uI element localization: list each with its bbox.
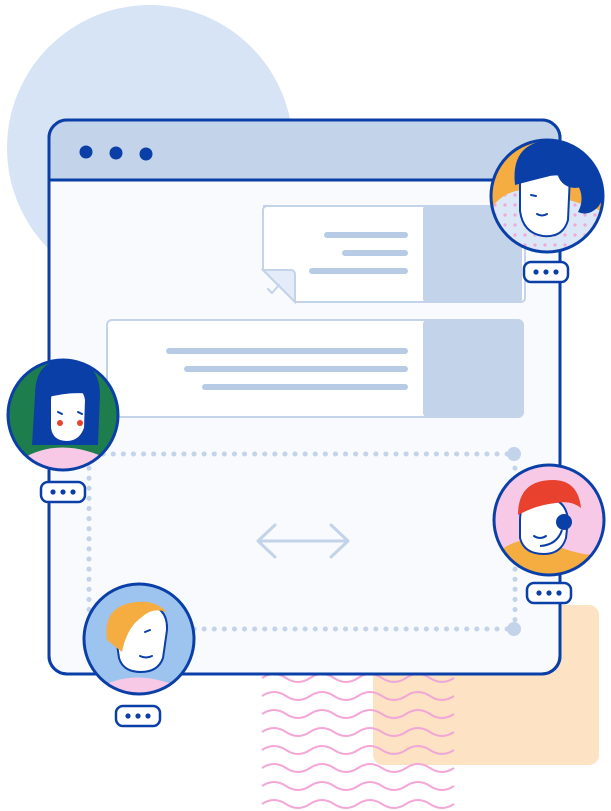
drop-zone-corner <box>507 447 521 461</box>
ellipsis-icon <box>39 480 87 504</box>
avatar-man-orange-hair[interactable] <box>82 582 196 700</box>
illustration-scene <box>0 0 611 811</box>
ellipsis-icon <box>522 260 570 284</box>
reply-card[interactable] <box>260 205 526 305</box>
ellipsis-icon <box>525 581 573 605</box>
drop-zone-corner <box>507 622 521 636</box>
window-dot-close[interactable] <box>79 145 93 159</box>
window-dot-minimize[interactable] <box>109 146 123 160</box>
window-dot-maximize[interactable] <box>139 147 153 161</box>
message-card[interactable] <box>106 319 524 418</box>
ellipsis-icon <box>114 704 162 728</box>
